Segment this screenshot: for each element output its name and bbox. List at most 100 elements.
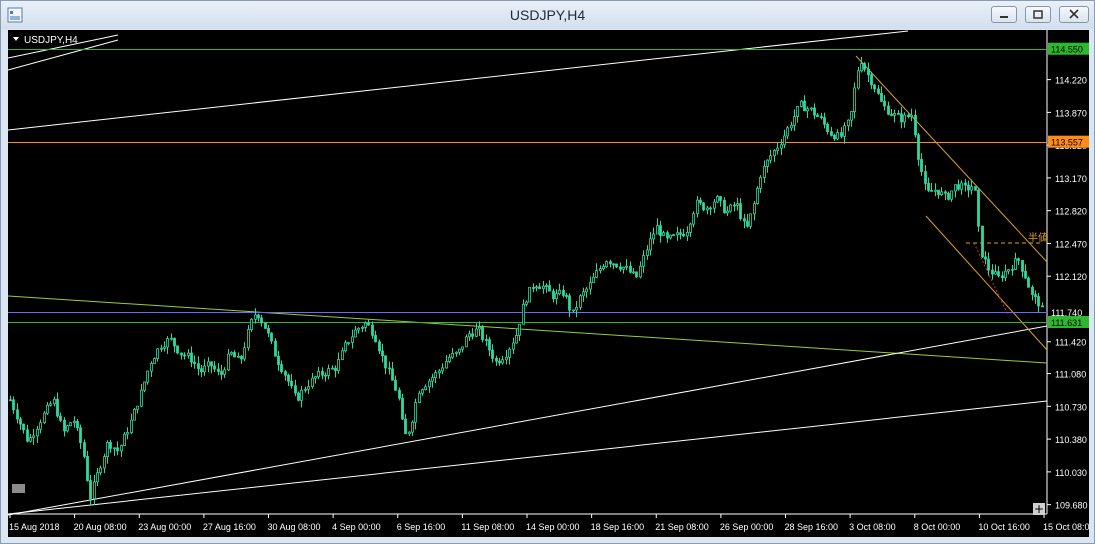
horizontal-levels [8, 49, 1047, 323]
restore-icon [1033, 10, 1043, 19]
candle-body [1037, 296, 1040, 307]
title-bar[interactable]: USDJPY,H4 [1, 1, 1094, 29]
candle-body [759, 176, 762, 189]
candle-body [46, 404, 49, 414]
candle-body [166, 338, 169, 348]
candle-body [190, 352, 193, 363]
candle-body [445, 361, 448, 369]
trendline-white-support[interactable] [8, 325, 1048, 516]
candle-body [183, 354, 186, 357]
price-badge-label-0: 114.550 [1051, 45, 1083, 55]
candle-body [974, 186, 977, 191]
candle-body [193, 361, 196, 365]
candle-body [686, 231, 689, 237]
candle-body [250, 318, 253, 330]
candle-body [247, 329, 250, 349]
candle-body [1034, 294, 1037, 298]
candle-body [217, 368, 220, 372]
candle-body [270, 332, 273, 342]
candle-body [629, 265, 632, 273]
restore-button[interactable] [1025, 6, 1051, 23]
candle-body [300, 389, 303, 401]
channel-upper-line[interactable] [855, 55, 1048, 263]
candle-body [233, 352, 236, 358]
candle-body [518, 323, 521, 336]
price-badge-label-3: 111.631 [1051, 318, 1082, 328]
candle-body [525, 301, 528, 305]
candle-body [605, 261, 608, 268]
candle-body [32, 435, 35, 439]
candle-body [136, 405, 139, 410]
candle-body [927, 182, 930, 191]
candle-body [981, 225, 984, 258]
candle-body [411, 421, 414, 433]
candle-body [743, 218, 746, 222]
candle-body [22, 423, 25, 431]
candle-body [984, 256, 987, 260]
price-chart[interactable]: USDJPY,H4 半値 114.220113.870113.520113.17… [8, 30, 1089, 537]
candle-body [227, 353, 230, 371]
candle-body [967, 184, 970, 191]
candle-body [954, 184, 957, 192]
candle-body [491, 349, 494, 359]
candle-body [826, 123, 829, 132]
candle-body [123, 433, 126, 446]
candle-body [471, 333, 474, 337]
candle-body [371, 324, 374, 336]
candle-body [699, 199, 702, 204]
candle-body [140, 389, 143, 407]
candle-body [331, 367, 334, 370]
candle-body [786, 127, 789, 137]
candle-body [19, 418, 22, 425]
minimize-icon [1000, 16, 1008, 18]
candle-body [287, 374, 290, 382]
candle-body [96, 472, 99, 483]
candle-body [535, 286, 538, 289]
chart-canvas[interactable]: USDJPY,H4 半値 114.220113.870113.520113.17… [8, 30, 1089, 537]
candle-body [662, 232, 665, 236]
candle-body [579, 295, 582, 308]
x-tick-label: 26 Sep 00:00 [720, 522, 774, 532]
candle-body [870, 74, 873, 86]
candle-body [314, 376, 317, 379]
candle-body [173, 337, 176, 347]
candle-body [672, 234, 675, 237]
trendline-white-lower[interactable] [8, 400, 1048, 515]
candle-body [917, 134, 920, 160]
candle-body [903, 114, 906, 123]
candle-body [666, 232, 669, 239]
candle-body [153, 358, 156, 364]
candle-body [274, 340, 277, 357]
candle-body [43, 412, 46, 424]
candle-body [890, 113, 893, 116]
candle-body [702, 202, 705, 211]
candle-body [595, 270, 598, 278]
candle-body [622, 266, 625, 270]
candle-body [836, 132, 839, 140]
candle-body [69, 422, 72, 427]
candle-body [485, 339, 488, 341]
minimize-button[interactable] [991, 6, 1017, 23]
candle-body [652, 233, 655, 240]
close-button[interactable] [1059, 6, 1089, 23]
candle-body [562, 289, 565, 296]
candle-body [163, 346, 166, 349]
trendline-lime[interactable] [8, 295, 1048, 364]
candle-body [615, 263, 618, 268]
candle-body [180, 352, 183, 356]
candle-body [746, 220, 749, 227]
half-value-label: 半値 [1028, 231, 1048, 244]
symbol-menu-icon[interactable] [13, 37, 19, 41]
candle-body [468, 333, 471, 338]
candle-body [542, 285, 545, 290]
candle-body [478, 327, 481, 330]
scroll-grip[interactable] [12, 484, 25, 493]
trendline-white-upper[interactable] [8, 30, 909, 131]
candle-body [1001, 275, 1004, 279]
zoom-in-button[interactable]: + [1033, 503, 1045, 515]
x-tick-label: 4 Sep 00:00 [332, 522, 381, 532]
candle-body [830, 131, 833, 136]
candle-body [1021, 260, 1024, 272]
candle-body [1017, 258, 1020, 261]
candle-body [994, 271, 997, 275]
